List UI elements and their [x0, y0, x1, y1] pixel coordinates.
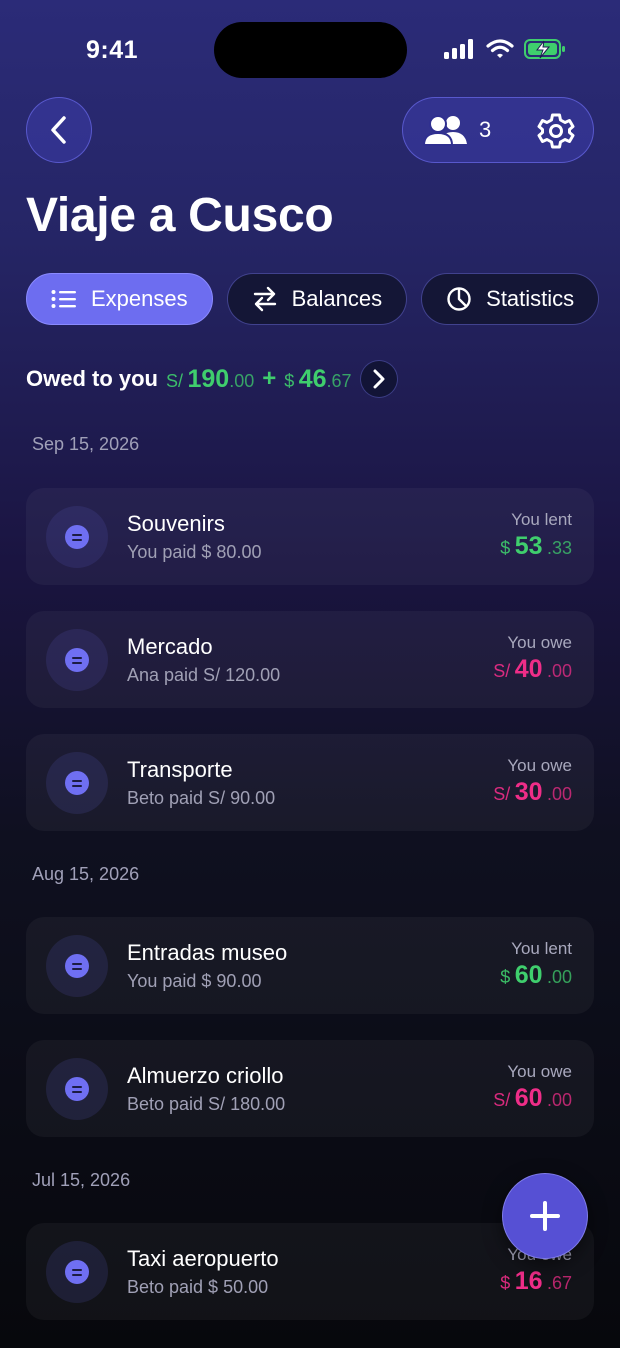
amount-integer: 60	[514, 961, 543, 989]
pie-chart-icon	[447, 287, 471, 311]
expense-card[interactable]: Souvenirs You paid $ 80.00 You lent $ 53…	[26, 488, 594, 585]
currency-symbol: S/	[166, 370, 184, 391]
amount-decimal: .00	[546, 1090, 572, 1110]
amount-decimal: .67	[546, 1273, 572, 1293]
owed-details-button[interactable]	[359, 360, 398, 398]
expense-status: You lent	[511, 510, 572, 529]
expense-payer: Ana paid S/ 120.00	[127, 665, 281, 685]
amount-decimal: .00	[546, 661, 572, 681]
amount-decimal: .00	[229, 370, 255, 391]
tab-statistics[interactable]: Statistics	[421, 273, 600, 325]
owed-amount-soles: S/ 190.00	[166, 365, 254, 394]
amount-integer: 46	[298, 364, 327, 393]
wifi-icon	[486, 39, 514, 58]
list-icon	[51, 290, 76, 308]
owed-label: Owed to you	[26, 366, 158, 391]
group-actions-pill: 3	[402, 97, 594, 163]
date-header: Jul 15, 2026	[32, 1170, 131, 1190]
tab-bar: Expenses Balances Statistics	[26, 273, 600, 325]
chevron-right-icon	[373, 369, 385, 389]
settings-button[interactable]	[537, 112, 575, 150]
expense-payer: You paid $ 90.00	[127, 971, 262, 991]
expense-title: Transporte	[127, 757, 233, 782]
expense-card[interactable]: Mercado Ana paid S/ 120.00 You owe S/ 40…	[26, 611, 594, 708]
amount-integer: 190	[187, 364, 230, 393]
amount-decimal: .33	[546, 538, 572, 558]
expense-amount: $ 60 .00	[500, 961, 572, 990]
amount-decimal: .00	[546, 967, 572, 987]
expense-amount: $ 16 .67	[500, 1267, 572, 1296]
expense-status: You owe	[507, 633, 572, 652]
currency-symbol: S/	[493, 1090, 511, 1110]
member-count: 3	[479, 117, 492, 142]
status-time: 9:41	[86, 36, 139, 64]
expense-card[interactable]: Almuerzo criollo Beto paid S/ 180.00 You…	[26, 1040, 594, 1137]
expense-payer: Beto paid S/ 180.00	[127, 1094, 286, 1114]
expense-payer: Beto paid $ 50.00	[127, 1277, 269, 1297]
expense-payer: Beto paid S/ 90.00	[127, 788, 276, 808]
expense-title: Almuerzo criollo	[127, 1063, 284, 1088]
owed-summary: Owed to you S/ 190.00 + $ 46.67	[26, 360, 398, 398]
cellular-signal-icon	[444, 39, 473, 59]
tab-balances[interactable]: Balances	[226, 273, 408, 325]
date-header: Sep 15, 2026	[32, 434, 140, 454]
currency-symbol: $	[500, 538, 511, 558]
amount-integer: 53	[514, 532, 543, 560]
status-bar: 9:41	[0, 0, 620, 100]
expense-card[interactable]: Entradas museo You paid $ 90.00 You lent…	[26, 917, 594, 1014]
add-expense-button[interactable]	[502, 1173, 588, 1259]
tab-label: Expenses	[91, 286, 188, 311]
amount-integer: 16	[514, 1267, 543, 1295]
owed-amount-dollars: $ 46.67	[284, 365, 351, 394]
split-equal-icon	[46, 1058, 108, 1120]
date-header: Aug 15, 2026	[32, 864, 140, 884]
split-equal-icon	[46, 506, 108, 568]
expense-amount: $ 53 .33	[500, 532, 572, 561]
expense-card[interactable]: Transporte Beto paid S/ 90.00 You owe S/…	[26, 734, 594, 831]
expense-status: You owe	[507, 1062, 572, 1081]
people-icon	[423, 115, 467, 146]
tab-expenses[interactable]: Expenses	[26, 273, 213, 325]
expense-title: Souvenirs	[127, 511, 225, 536]
amount-decimal: .00	[546, 784, 572, 804]
status-icons	[444, 38, 566, 60]
expense-amount: S/ 30 .00	[493, 778, 572, 807]
gear-icon	[537, 113, 575, 149]
amount-integer: 60	[514, 1084, 543, 1112]
expense-payer: You paid $ 80.00	[127, 542, 262, 562]
currency-symbol: $	[500, 967, 511, 987]
amount-decimal: .67	[326, 370, 352, 391]
battery-charging-icon	[524, 39, 565, 59]
expense-amount: S/ 40 .00	[493, 655, 572, 684]
amount-integer: 30	[514, 778, 543, 806]
split-equal-icon	[46, 629, 108, 691]
page-title: Viaje a Cusco	[26, 189, 334, 242]
amount-integer: 40	[514, 655, 543, 683]
split-equal-icon	[46, 1241, 108, 1303]
plus-sign: +	[262, 365, 277, 392]
currency-symbol: $	[500, 1273, 511, 1293]
expense-status: You lent	[511, 939, 572, 958]
split-equal-icon	[46, 935, 108, 997]
currency-symbol: S/	[493, 784, 511, 804]
expense-title: Taxi aeropuerto	[127, 1246, 279, 1271]
expense-title: Entradas museo	[127, 940, 288, 965]
chevron-left-icon	[51, 116, 66, 144]
expense-amount: S/ 60 .00	[493, 1084, 572, 1113]
expense-status: You owe	[507, 756, 572, 775]
plus-icon	[530, 1201, 560, 1231]
members-button[interactable]: 3	[423, 114, 491, 146]
tab-label: Balances	[291, 286, 383, 311]
swap-icon	[253, 286, 276, 312]
split-equal-icon	[46, 752, 108, 814]
currency-symbol: S/	[493, 661, 511, 681]
expense-title: Mercado	[127, 634, 213, 659]
dynamic-island	[214, 22, 407, 78]
back-button[interactable]	[26, 97, 92, 163]
currency-symbol: $	[284, 370, 295, 391]
tab-label: Statistics	[486, 286, 575, 311]
